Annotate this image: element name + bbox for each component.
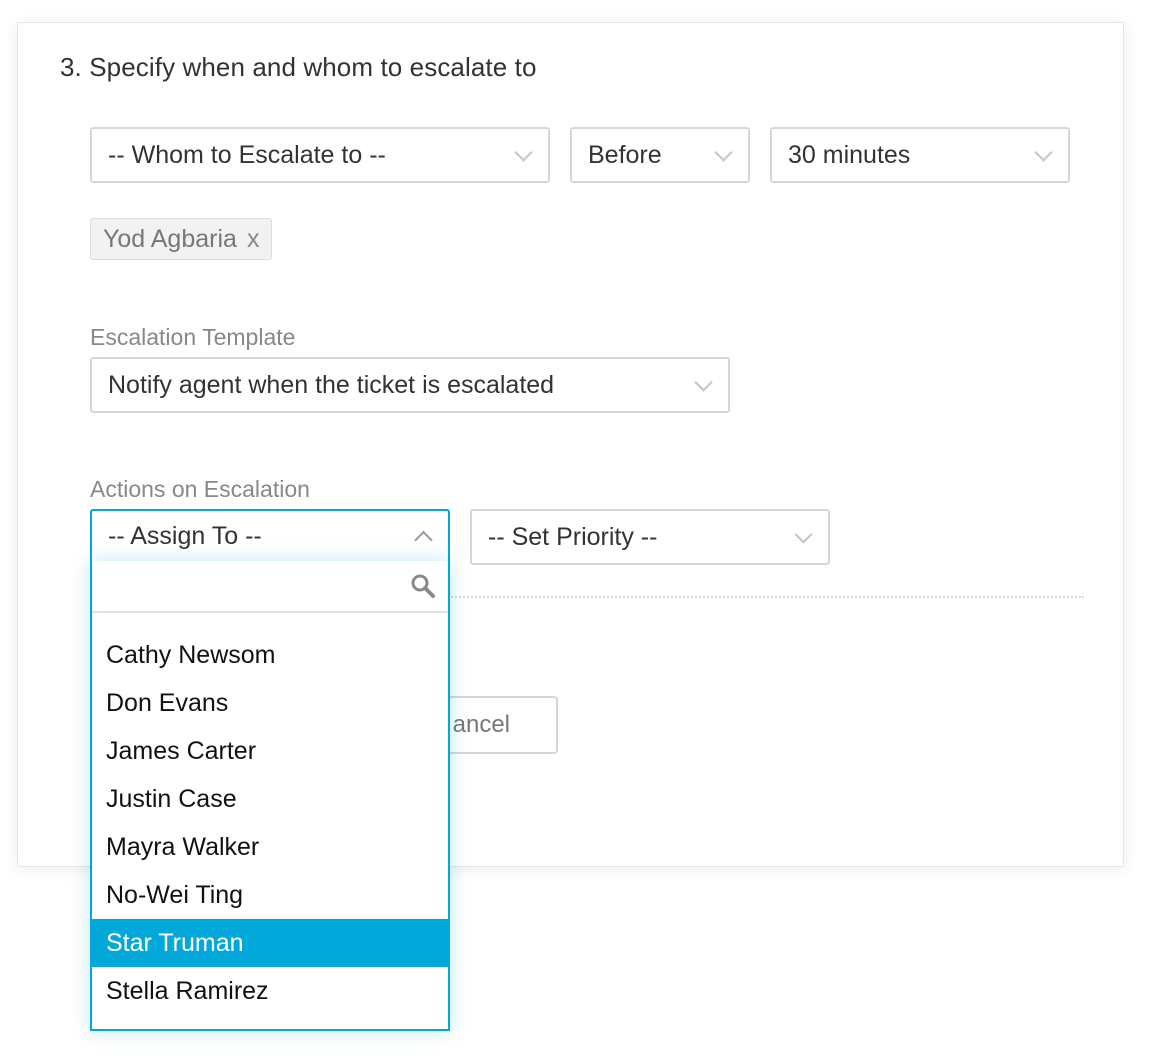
section-title: 3. Specify when and whom to escalate to <box>60 52 537 82</box>
chevron-down-icon <box>794 525 813 544</box>
dropdown-item[interactable]: Don Evans <box>92 679 448 727</box>
dropdown-item[interactable]: Mayra Walker <box>92 823 448 871</box>
chevron-up-icon <box>414 530 433 550</box>
tag-label: Yod Agbaria <box>103 224 237 253</box>
timing-value: Before <box>588 140 662 169</box>
chevron-down-icon <box>694 373 713 392</box>
cancel-button-label: ancel <box>452 711 510 738</box>
assign-to-dropdown: Cathy Newsom Don Evans James Carter Just… <box>90 561 450 1031</box>
remove-tag-icon[interactable]: x <box>247 225 260 254</box>
assign-to-value: -- Assign To -- <box>108 521 262 550</box>
dropdown-item[interactable]: Cathy Newsom <box>92 631 448 679</box>
whom-to-escalate-select[interactable]: -- Whom to Escalate to -- <box>90 127 550 183</box>
actions-on-escalation-label: Actions on Escalation <box>90 476 310 502</box>
timing-select[interactable]: Before <box>570 127 750 183</box>
dropdown-item-highlighted[interactable]: Star Truman <box>92 919 448 967</box>
dropdown-list: Cathy Newsom Don Evans James Carter Just… <box>92 613 448 1015</box>
dropdown-item[interactable]: Justin Case <box>92 775 448 823</box>
escalation-template-label: Escalation Template <box>90 324 296 350</box>
divider <box>448 596 1084 598</box>
whom-to-escalate-value: -- Whom to Escalate to -- <box>108 140 386 169</box>
dropdown-item[interactable]: Stella Ramirez <box>92 967 448 1015</box>
assign-to-select[interactable]: -- Assign To -- <box>90 509 450 563</box>
escalation-template-select[interactable]: Notify agent when the ticket is escalate… <box>90 357 730 413</box>
escalation-template-value: Notify agent when the ticket is escalate… <box>108 370 555 399</box>
selected-agent-tag: Yod Agbaria x <box>90 218 273 260</box>
duration-value: 30 minutes <box>788 140 911 169</box>
chevron-down-icon <box>514 143 533 162</box>
dropdown-search-input[interactable] <box>102 561 406 611</box>
dropdown-search <box>92 561 448 613</box>
set-priority-value: -- Set Priority -- <box>488 522 658 551</box>
duration-select[interactable]: 30 minutes <box>770 127 1070 183</box>
chevron-down-icon <box>1034 143 1053 162</box>
chevron-down-icon <box>714 143 733 162</box>
search-icon <box>411 574 435 598</box>
dropdown-item[interactable]: No-Wei Ting <box>92 871 448 919</box>
set-priority-select[interactable]: -- Set Priority -- <box>470 509 830 565</box>
dropdown-item[interactable]: James Carter <box>92 727 448 775</box>
